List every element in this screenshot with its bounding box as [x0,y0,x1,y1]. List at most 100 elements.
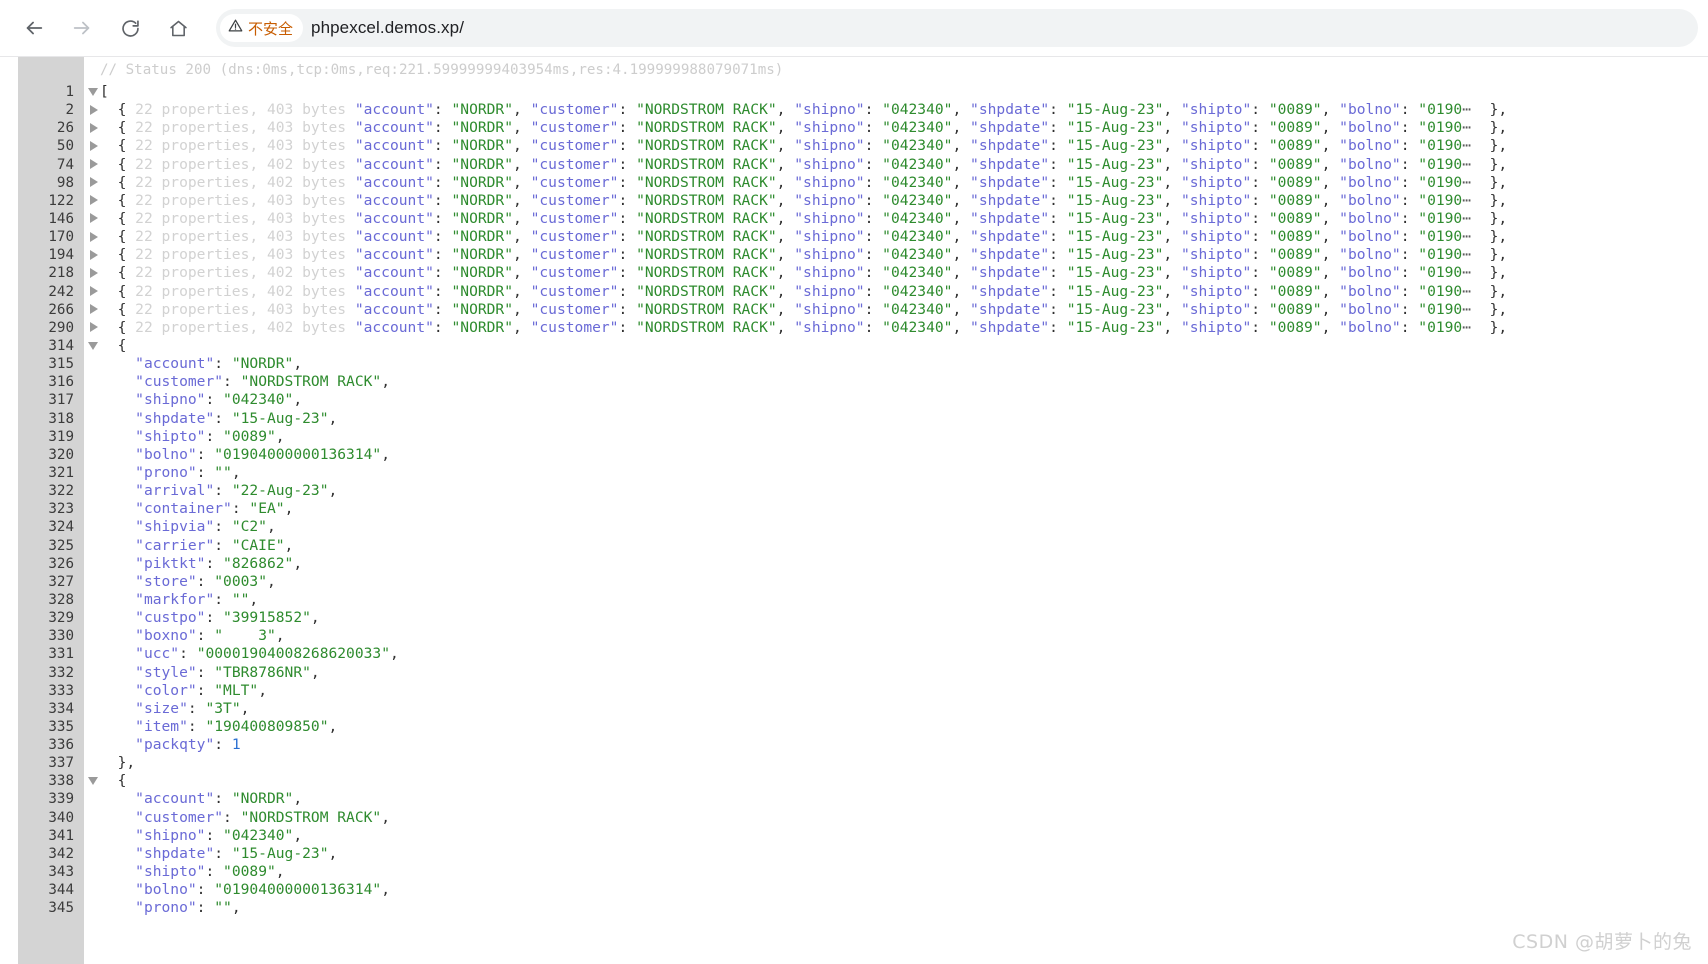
collapsed-object-row[interactable]: 194 { 22 properties, 403 bytes "account"… [0,246,1708,264]
home-button[interactable] [159,9,197,47]
object-summary: 22 properties, 403 bytes [135,300,347,318]
chevron-right-icon[interactable] [90,122,98,133]
json-property-row: 315 "account": "NORDR", [0,355,1708,373]
collapsed-object-row[interactable]: 266 { 22 properties, 403 bytes "account"… [0,301,1708,319]
collapsed-object-preview: { 22 properties, 402 bytes "account": "N… [100,318,1508,336]
chevron-down-icon[interactable] [88,341,98,350]
collapsed-object-row[interactable]: 2 { 22 properties, 403 bytes "account": … [0,101,1708,119]
home-icon [168,18,189,39]
chevron-right-icon[interactable] [90,322,98,333]
line-number: 342 [48,845,74,862]
chevron-right-icon[interactable] [90,159,98,170]
line-number: 339 [48,791,74,808]
chevron-right-icon[interactable] [90,177,98,188]
object-summary: 22 properties, 403 bytes [135,101,347,119]
chevron-right-icon[interactable] [90,213,98,224]
json-property-row: 334 "size": "3T", [0,700,1708,718]
collapsed-object-row[interactable]: 26 { 22 properties, 403 bytes "account":… [0,119,1708,137]
address-bar[interactable]: 不安全 phpexcel.demos.xp/ [216,9,1698,47]
property-value: "NORDR" [231,790,294,808]
line-number: 194 [48,247,74,264]
collapsed-object-preview: { 22 properties, 403 bytes "account": "N… [100,246,1508,264]
property-key: "piktkt" [135,554,206,572]
line-number: 242 [48,283,74,300]
json-property-row: 336 "packqty": 1 [0,736,1708,754]
collapsed-object-preview: { 22 properties, 402 bytes "account": "N… [100,173,1508,191]
chevron-right-icon[interactable] [90,195,98,206]
chevron-right-icon[interactable] [90,267,98,278]
collapsed-object-preview: { 22 properties, 403 bytes "account": "N… [100,228,1508,246]
property-key: "boxno" [135,627,197,645]
forward-button[interactable] [63,9,101,47]
collapsed-object-row[interactable]: 50 { 22 properties, 403 bytes "account":… [0,137,1708,155]
property-key: "shipno" [135,826,206,844]
property-value: "0003" [214,572,267,590]
property-value: "0089" [223,427,276,445]
property-value: "042340" [223,826,294,844]
property-key: "container" [135,500,232,518]
line-number: 266 [48,301,74,318]
json-property-row: 316 "customer": "NORDSTROM RACK", [0,373,1708,391]
chevron-down-icon[interactable] [88,88,98,96]
property-value: "" [231,590,250,608]
collapsed-object-preview: { 22 properties, 403 bytes "account": "N… [100,119,1508,137]
truncation-ellipsis: ⋯ [1462,155,1473,173]
property-key: "store" [135,572,197,590]
chevron-down-icon[interactable] [88,777,98,786]
collapsed-object-row[interactable]: 122 { 22 properties, 403 bytes "account"… [0,192,1708,210]
json-property-row: 322 "arrival": "22-Aug-23", [0,482,1708,500]
chevron-right-icon[interactable] [90,231,98,242]
property-value: "MLT" [214,681,259,699]
json-property-row: 328 "markfor": "", [0,591,1708,609]
json-property-row: 320 "bolno": "01904000000136314", [0,446,1708,464]
property-key: "shpdate" [135,409,215,427]
json-property-row: 332 "style": "TBR8786NR", [0,664,1708,682]
property-value: "NORDSTROM RACK" [240,373,382,391]
property-value: "042340" [223,391,294,409]
chevron-right-icon[interactable] [90,249,98,260]
json-property-row: 317 "shipno": "042340", [0,391,1708,409]
chevron-right-icon[interactable] [90,140,98,151]
chevron-right-icon[interactable] [90,304,98,315]
object1-properties: 315 "account": "NORDR", 316 "customer": "… [0,355,1708,754]
back-button[interactable] [15,9,53,47]
property-value: " 3" [214,627,276,645]
browser-toolbar: 不安全 phpexcel.demos.xp/ [0,0,1708,56]
property-key: "custpo" [135,609,206,627]
json-property-row: 321 "prono": "", [0,464,1708,482]
object-summary: 22 properties, 403 bytes [135,246,347,264]
line-number: 74 [56,156,74,173]
site-security-chip[interactable]: 不安全 [220,14,304,42]
property-key: "account" [135,790,215,808]
truncation-ellipsis: ⋯ [1462,282,1473,300]
code-line-root-open: 1 [ [0,83,1708,101]
collapsed-object-row[interactable]: 218 { 22 properties, 402 bytes "account"… [0,264,1708,282]
object-summary: 22 properties, 403 bytes [135,119,347,137]
json-property-row: 323 "container": "EA", [0,500,1708,518]
property-key: "customer" [135,373,224,391]
chevron-right-icon[interactable] [90,286,98,297]
url-text[interactable]: phpexcel.demos.xp/ [311,18,464,38]
reload-button[interactable] [111,9,149,47]
collapsed-object-preview: { 22 properties, 403 bytes "account": "N… [100,209,1508,227]
collapsed-object-row[interactable]: 170 { 22 properties, 403 bytes "account"… [0,228,1708,246]
collapsed-object-row[interactable]: 290 { 22 properties, 402 bytes "account"… [0,319,1708,337]
line-number: 320 [48,446,74,463]
truncation-ellipsis: ⋯ [1462,173,1473,191]
line-number: 334 [48,700,74,717]
json-property-row: 344 "bolno": "01904000000136314", [0,881,1708,899]
collapsed-object-row[interactable]: 146 { 22 properties, 403 bytes "account"… [0,210,1708,228]
json-property-row: 333 "color": "MLT", [0,682,1708,700]
truncation-ellipsis: ⋯ [1462,228,1473,246]
chevron-right-icon[interactable] [90,104,98,115]
collapsed-object-row[interactable]: 98 { 22 properties, 402 bytes "account":… [0,174,1708,192]
line-number: 331 [48,646,74,663]
property-value: "826862" [223,554,294,572]
line-number: 325 [48,537,74,554]
collapsed-object-row[interactable]: 74 { 22 properties, 402 bytes "account":… [0,156,1708,174]
line-number: 340 [48,809,74,826]
object-summary: 22 properties, 402 bytes [135,318,347,336]
collapsed-object-preview: { 22 properties, 403 bytes "account": "N… [100,191,1508,209]
watermark: CSDN @胡萝卜的兔 [1512,931,1692,953]
collapsed-object-row[interactable]: 242 { 22 properties, 402 bytes "account"… [0,283,1708,301]
